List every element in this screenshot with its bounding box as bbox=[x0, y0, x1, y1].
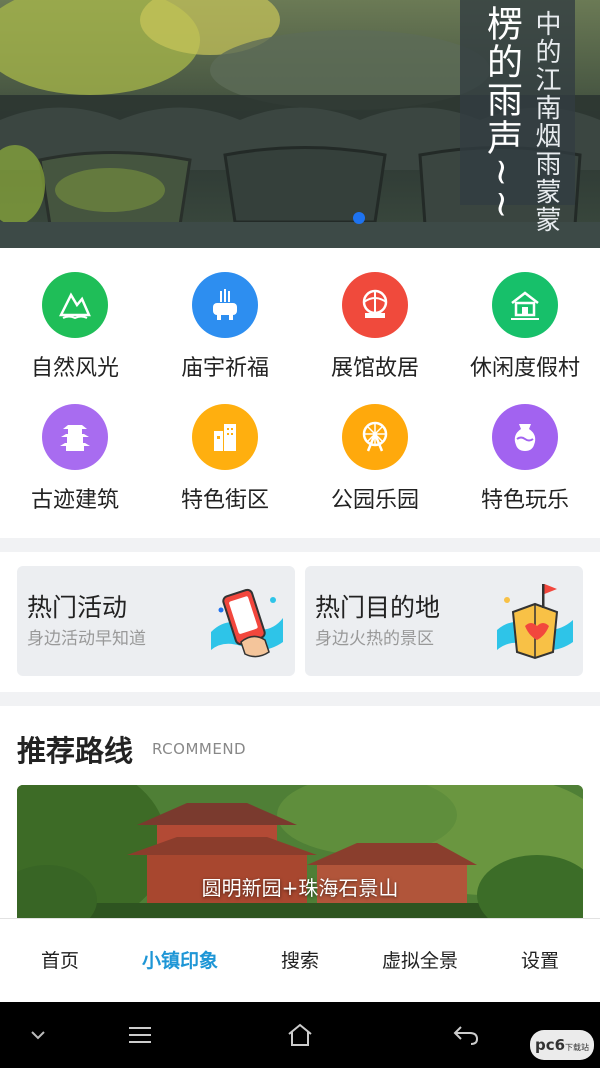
category-temple[interactable]: 庙宇祈福 bbox=[150, 262, 300, 382]
tab-town-impression[interactable]: 小镇印象 bbox=[120, 919, 240, 1003]
home-icon bbox=[288, 1023, 312, 1046]
category-label: 特色街区 bbox=[180, 488, 269, 513]
category-street[interactable]: 特色街区 bbox=[150, 394, 300, 514]
back-button[interactable] bbox=[436, 1002, 496, 1068]
category-natural-scenery[interactable]: 自然风光 bbox=[0, 262, 150, 382]
tab-settings[interactable]: 设置 bbox=[480, 919, 600, 1003]
pagoda-icon bbox=[42, 404, 108, 470]
tab-search[interactable]: 搜索 bbox=[240, 919, 360, 1003]
resort-icon bbox=[492, 272, 558, 338]
category-label: 庙宇祈福 bbox=[180, 356, 269, 381]
category-label: 特色玩乐 bbox=[480, 488, 569, 513]
category-label: 休闲度假村 bbox=[469, 356, 580, 381]
site-watermark: pc6下载站 bbox=[530, 1030, 594, 1060]
hot-destinations-title: 热门目的地 bbox=[315, 593, 441, 622]
category-label: 自然风光 bbox=[30, 356, 119, 381]
recommend-title: 推荐路线 bbox=[17, 734, 134, 768]
ferris-wheel-icon bbox=[342, 404, 408, 470]
category-museum[interactable]: 展馆故居 bbox=[300, 262, 450, 382]
section-divider bbox=[0, 692, 600, 706]
vase-icon bbox=[492, 404, 558, 470]
hot-destinations-card[interactable]: 热门目的地 身边火热的景区 bbox=[305, 566, 583, 676]
tab-home[interactable]: 首页 bbox=[0, 919, 120, 1003]
category-historic-architecture[interactable]: 古迹建筑 bbox=[0, 394, 150, 514]
banner-poem-main: 楞的雨声~~ bbox=[481, 5, 522, 222]
chevron-down-icon bbox=[31, 1031, 45, 1040]
hide-nav-button[interactable] bbox=[10, 1002, 66, 1068]
menu-button[interactable] bbox=[110, 1002, 170, 1068]
category-grid: 自然风光 庙宇祈福 展馆故居 休闲度假村 古迹建筑 特色街区 公园乐园 特色玩乐 bbox=[0, 262, 600, 532]
hot-activities-card[interactable]: 热门活动 身边活动早知道 bbox=[17, 566, 295, 676]
app-screen: 楞的雨声~~ 中的江南 烟雨蒙蒙 自然风光 庙宇祈福 展馆故居 休闲度假村 古迹… bbox=[0, 0, 600, 1068]
banner-poem-line-2: 烟雨蒙蒙 bbox=[531, 122, 561, 234]
watermark-sub: 下载站 bbox=[565, 1043, 590, 1052]
street-building-icon bbox=[192, 404, 258, 470]
banner-poem-line-1: 中的江南 bbox=[531, 10, 561, 122]
hot-destinations-subtitle: 身边火热的景区 bbox=[315, 629, 434, 649]
map-flag-icon bbox=[497, 584, 573, 660]
route-photo-image bbox=[17, 785, 583, 925]
bottom-tab-bar: 首页 小镇印象 搜索 虚拟全景 设置 bbox=[0, 918, 600, 1002]
section-divider bbox=[0, 538, 600, 552]
category-label: 公园乐园 bbox=[330, 488, 419, 513]
mountain-icon bbox=[42, 272, 108, 338]
incense-burner-icon bbox=[192, 272, 258, 338]
carousel-indicator-dot[interactable] bbox=[353, 212, 365, 224]
tab-virtual-panorama[interactable]: 虚拟全景 bbox=[360, 919, 480, 1003]
hot-activities-subtitle: 身边活动早知道 bbox=[27, 629, 146, 649]
pavilion-icon bbox=[342, 272, 408, 338]
back-arrow-icon bbox=[453, 1026, 479, 1045]
hot-activities-title: 热门活动 bbox=[27, 593, 128, 622]
watermark-main: pc6 bbox=[534, 1036, 566, 1054]
category-label: 古迹建筑 bbox=[30, 488, 119, 513]
recommend-route-card[interactable]: 圆明新园+珠海石景山 bbox=[17, 785, 583, 925]
system-navigation-bar bbox=[0, 1002, 600, 1068]
menu-icon bbox=[129, 1027, 151, 1043]
phone-hand-icon bbox=[211, 588, 283, 658]
category-resort[interactable]: 休闲度假村 bbox=[450, 262, 600, 382]
route-caption: 圆明新园+珠海石景山 bbox=[201, 876, 399, 900]
recommend-subtitle: RCOMMEND bbox=[152, 740, 247, 758]
category-park[interactable]: 公园乐园 bbox=[300, 394, 450, 514]
home-button[interactable] bbox=[270, 1002, 330, 1068]
category-entertainment[interactable]: 特色玩乐 bbox=[450, 394, 600, 514]
hero-banner[interactable]: 楞的雨声~~ 中的江南 烟雨蒙蒙 bbox=[0, 0, 600, 248]
category-label: 展馆故居 bbox=[330, 356, 419, 381]
